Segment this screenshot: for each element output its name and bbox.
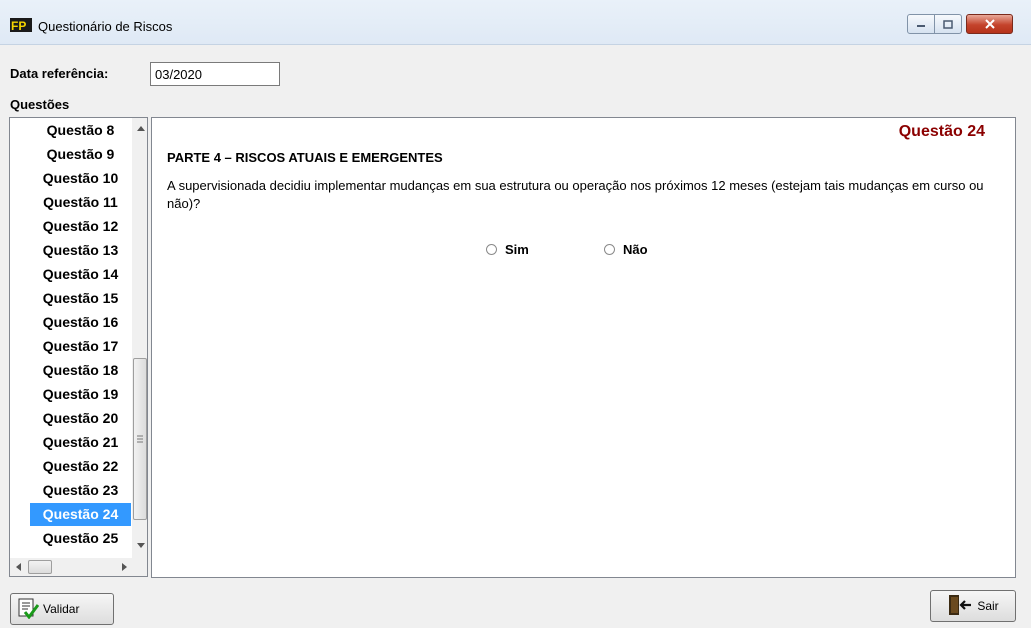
list-item[interactable]: Questão 21 bbox=[30, 431, 131, 454]
radio-circle-icon bbox=[486, 244, 497, 255]
scroll-down-arrow-icon[interactable] bbox=[132, 537, 147, 554]
question-number-title: Questão 24 bbox=[898, 123, 985, 140]
checklist-icon bbox=[17, 597, 40, 622]
list-item-selected[interactable]: Questão 24 bbox=[30, 503, 131, 526]
radio-sim-label: Sim bbox=[505, 242, 529, 257]
sair-label: Sair bbox=[977, 599, 999, 613]
radio-nao[interactable]: Não bbox=[604, 242, 648, 257]
list-item[interactable]: Questão 20 bbox=[30, 407, 131, 430]
data-referencia-label: Data referência: bbox=[10, 66, 109, 81]
maximize-icon bbox=[935, 15, 961, 33]
question-listbox[interactable]: Questão 8 Questão 9 Questão 10 Questão 1… bbox=[9, 117, 148, 577]
radio-circle-icon bbox=[604, 244, 615, 255]
list-item[interactable]: Questão 16 bbox=[30, 311, 131, 334]
horizontal-scrollbar[interactable] bbox=[10, 558, 132, 576]
minimize-button[interactable] bbox=[907, 14, 935, 34]
list-item[interactable]: Questão 23 bbox=[30, 479, 131, 502]
list-item[interactable]: Questão 22 bbox=[30, 455, 131, 478]
section-heading: PARTE 4 – RISCOS ATUAIS E EMERGENTES bbox=[167, 150, 443, 165]
scroll-left-arrow-icon[interactable] bbox=[10, 558, 26, 576]
list-item[interactable]: Questão 14 bbox=[30, 263, 131, 286]
svg-text:FP: FP bbox=[11, 19, 26, 32]
vertical-scrollbar[interactable] bbox=[132, 118, 147, 558]
minimize-icon bbox=[908, 15, 934, 33]
maximize-button[interactable] bbox=[935, 14, 962, 34]
list-item[interactable]: Questão 19 bbox=[30, 383, 131, 406]
title-bar: FP Questionário de Riscos bbox=[0, 0, 1031, 45]
list-item[interactable]: Questão 13 bbox=[30, 239, 131, 262]
close-icon bbox=[967, 15, 1012, 33]
list-item[interactable]: Questão 12 bbox=[30, 215, 131, 238]
horizontal-scroll-thumb[interactable] bbox=[28, 560, 52, 574]
radio-sim[interactable]: Sim bbox=[486, 242, 529, 257]
scroll-up-arrow-icon[interactable] bbox=[132, 120, 147, 137]
window-title: Questionário de Riscos bbox=[38, 19, 173, 34]
list-item[interactable]: Questão 9 bbox=[30, 143, 131, 166]
data-referencia-input[interactable] bbox=[150, 62, 280, 86]
validar-button[interactable]: Validar bbox=[10, 593, 114, 625]
list-item[interactable]: Questão 15 bbox=[30, 287, 131, 310]
question-panel: Questão 24 PARTE 4 – RISCOS ATUAIS E EME… bbox=[151, 117, 1016, 578]
validar-label: Validar bbox=[43, 602, 80, 616]
close-button[interactable] bbox=[966, 14, 1013, 34]
list-item[interactable]: Questão 11 bbox=[30, 191, 131, 214]
sair-button[interactable]: Sair bbox=[930, 590, 1016, 622]
list-item[interactable]: Questão 18 bbox=[30, 359, 131, 382]
exit-door-icon bbox=[947, 594, 973, 619]
list-item[interactable]: Questão 8 bbox=[30, 119, 131, 142]
list-item[interactable]: Questão 25 bbox=[30, 527, 131, 550]
questoes-label: Questões bbox=[10, 97, 70, 112]
list-item[interactable]: Questão 10 bbox=[30, 167, 131, 190]
app-logo-icon: FP bbox=[10, 18, 32, 33]
vertical-scroll-thumb[interactable] bbox=[133, 358, 147, 520]
question-text: A supervisionada decidiu implementar mud… bbox=[167, 178, 984, 211]
scroll-right-arrow-icon[interactable] bbox=[116, 558, 132, 576]
scrollbar-corner bbox=[132, 558, 147, 576]
list-item[interactable]: Questão 17 bbox=[30, 335, 131, 358]
radio-nao-label: Não bbox=[623, 242, 648, 257]
